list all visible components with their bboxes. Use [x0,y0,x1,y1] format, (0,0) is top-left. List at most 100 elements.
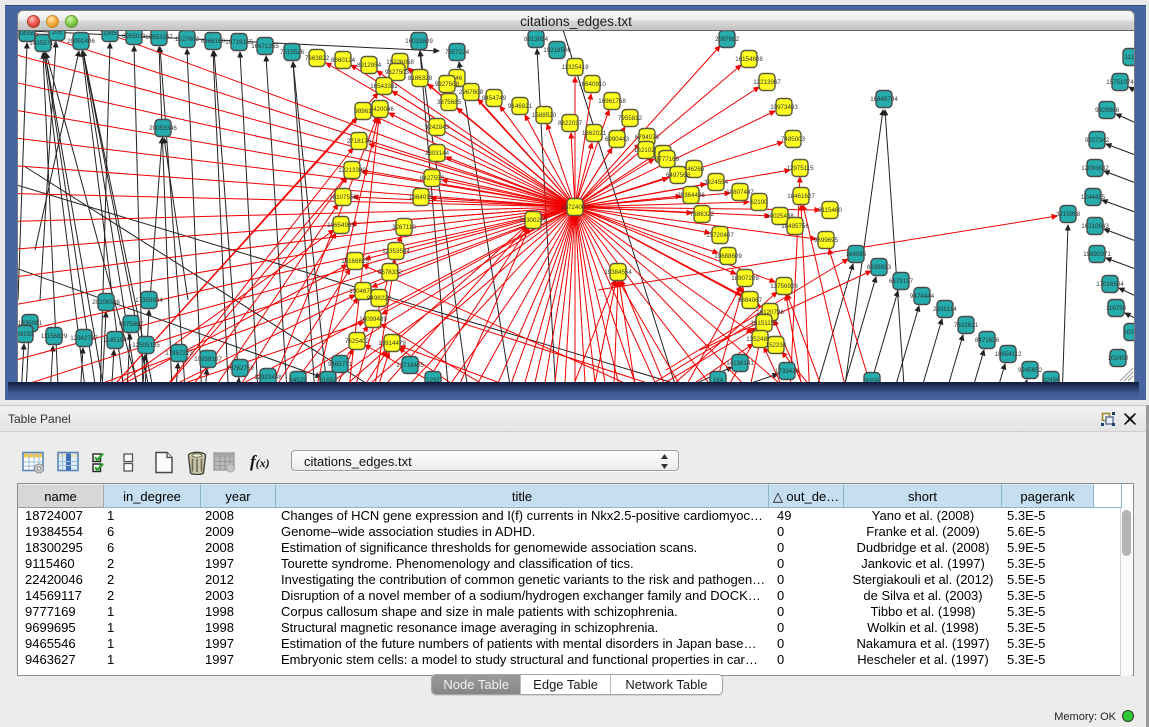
svg-text:8938913: 8938913 [867,264,892,271]
svg-text:2087682: 2087682 [715,36,740,43]
svg-text:102450: 102450 [1108,355,1129,362]
svg-text:16151132: 16151132 [750,320,778,327]
svg-text:13756928: 13756928 [770,283,798,290]
svg-text:9146821: 9146821 [508,103,533,110]
svg-text:1362021: 1362021 [582,130,607,137]
svg-text:18724007: 18724007 [561,204,589,211]
svg-text:19384554: 19384554 [604,269,632,276]
svg-text:39159: 39159 [18,331,34,338]
svg-text:9327508: 9327508 [435,81,460,88]
svg-text:7386322: 7386322 [690,211,715,218]
svg-text:2803144: 2803144 [425,150,450,157]
svg-text:16154808: 16154808 [735,56,763,63]
svg-text:9699695: 9699695 [814,237,839,244]
svg-text:11325419: 11325419 [561,64,589,71]
svg-text:7632621: 7632621 [954,322,979,329]
svg-text:19218506: 19218506 [543,47,571,54]
svg-text:7625402: 7625402 [345,338,370,345]
svg-text:164095: 164095 [846,251,867,258]
svg-text:8471626: 8471626 [975,337,1000,344]
svg-text:17359924: 17359924 [135,297,163,304]
svg-text:15751074: 15751074 [1106,79,1134,86]
svg-text:12353584: 12353584 [382,248,410,255]
svg-text:18350: 18350 [18,31,36,37]
svg-text:10719155: 10719155 [225,39,253,46]
svg-text:9327503: 9327503 [385,69,410,76]
svg-text:3267110: 3267110 [392,224,416,231]
svg-text:94525: 94525 [289,377,307,382]
svg-text:9777169: 9777169 [655,156,680,163]
svg-text:19166825: 19166825 [341,258,369,265]
svg-text:1588520: 1588520 [532,112,557,119]
svg-text:15692971: 15692971 [1083,251,1111,258]
svg-text:14136141: 14136141 [726,360,754,367]
svg-text:15720407: 15720407 [706,232,734,239]
svg-text:12975115: 12975115 [786,165,814,172]
svg-text:12942737: 12942737 [70,335,98,342]
svg-text:10654112: 10654112 [994,351,1022,358]
svg-text:9884067: 9884067 [738,297,763,304]
svg-text:92456: 92456 [1042,377,1060,382]
svg-text:7955812: 7955812 [618,115,643,122]
svg-text:12093832: 12093832 [1081,165,1109,172]
svg-text:6966160: 6966160 [201,38,226,45]
svg-text:20053346: 20053346 [149,125,177,132]
svg-text:3875685: 3875685 [437,99,462,106]
svg-text:12213389: 12213389 [338,167,366,174]
svg-text:3215958: 3215958 [1056,211,1081,218]
svg-text:11156829: 11156829 [41,333,68,340]
svg-text:8822037: 8822037 [558,120,583,127]
svg-text:9356: 9356 [865,378,879,382]
svg-text:9975887: 9975887 [119,321,144,328]
svg-text:9115460: 9115460 [818,207,842,214]
svg-text:8454749: 8454749 [482,95,507,102]
svg-text:1117: 1117 [1125,54,1134,61]
svg-text:8427552: 8427552 [420,175,445,182]
svg-text:152234: 152234 [766,342,787,349]
svg-text:20206536: 20206536 [92,299,120,306]
svg-text:2967608: 2967608 [459,89,484,96]
svg-text:9329966: 9329966 [1095,107,1120,114]
svg-text:9245652: 9245652 [1018,367,1043,374]
svg-text:16961758: 16961758 [598,98,626,105]
svg-text:10688609: 10688609 [714,253,742,260]
svg-text:13716485: 13716485 [396,362,424,369]
svg-text:8660124: 8660124 [331,57,356,64]
svg-text:20364436: 20364436 [677,192,705,199]
svg-text:10973493: 10973493 [770,104,798,111]
svg-text:6497568: 6497568 [666,172,691,179]
svg-text:18461627: 18461627 [787,193,815,200]
svg-text:116753: 116753 [1106,305,1127,312]
svg-text:8265011: 8265011 [122,33,146,40]
svg-text:6879197: 6879197 [889,278,914,285]
svg-text:1733426: 1733426 [775,368,800,375]
svg-text:12505135: 12505135 [132,342,160,349]
svg-text:98961: 98961 [354,108,372,115]
svg-text:16099489: 16099489 [359,316,387,323]
svg-text:2718176: 2718176 [347,138,372,145]
svg-text:9227342: 9227342 [1085,137,1110,144]
svg-text:16107556: 16107556 [329,194,357,201]
svg-text:16914479: 16914479 [378,340,406,347]
svg-text:16033809: 16033809 [405,38,433,45]
svg-text:9474444: 9474444 [910,293,935,300]
svg-text:17957223: 17957223 [165,350,193,357]
svg-text:1145194: 1145194 [103,337,127,344]
svg-text:6990443: 6990443 [605,136,630,143]
svg-text:1905: 1905 [103,31,117,37]
svg-text:16640910: 16640910 [578,81,606,88]
svg-text:7663822: 7663822 [305,55,330,62]
svg-text:3624554: 3624554 [704,179,729,186]
svg-text:8813054: 8813054 [524,36,549,43]
svg-text:9242843: 9242843 [425,124,450,131]
svg-text:1244415: 1244415 [1081,194,1106,201]
svg-text:17016504: 17016504 [1096,281,1124,288]
svg-text:2935114: 2935114 [933,306,957,313]
svg-text:10653267: 10653267 [145,34,173,41]
svg-text:10245: 10245 [1123,329,1134,336]
svg-text:16848784: 16848784 [870,96,898,103]
svg-text:16671355: 16671355 [251,43,279,50]
svg-text:10807487: 10807487 [726,189,754,196]
svg-text:10958107: 10958107 [194,356,222,363]
svg-text:7515526: 7515526 [280,49,305,56]
